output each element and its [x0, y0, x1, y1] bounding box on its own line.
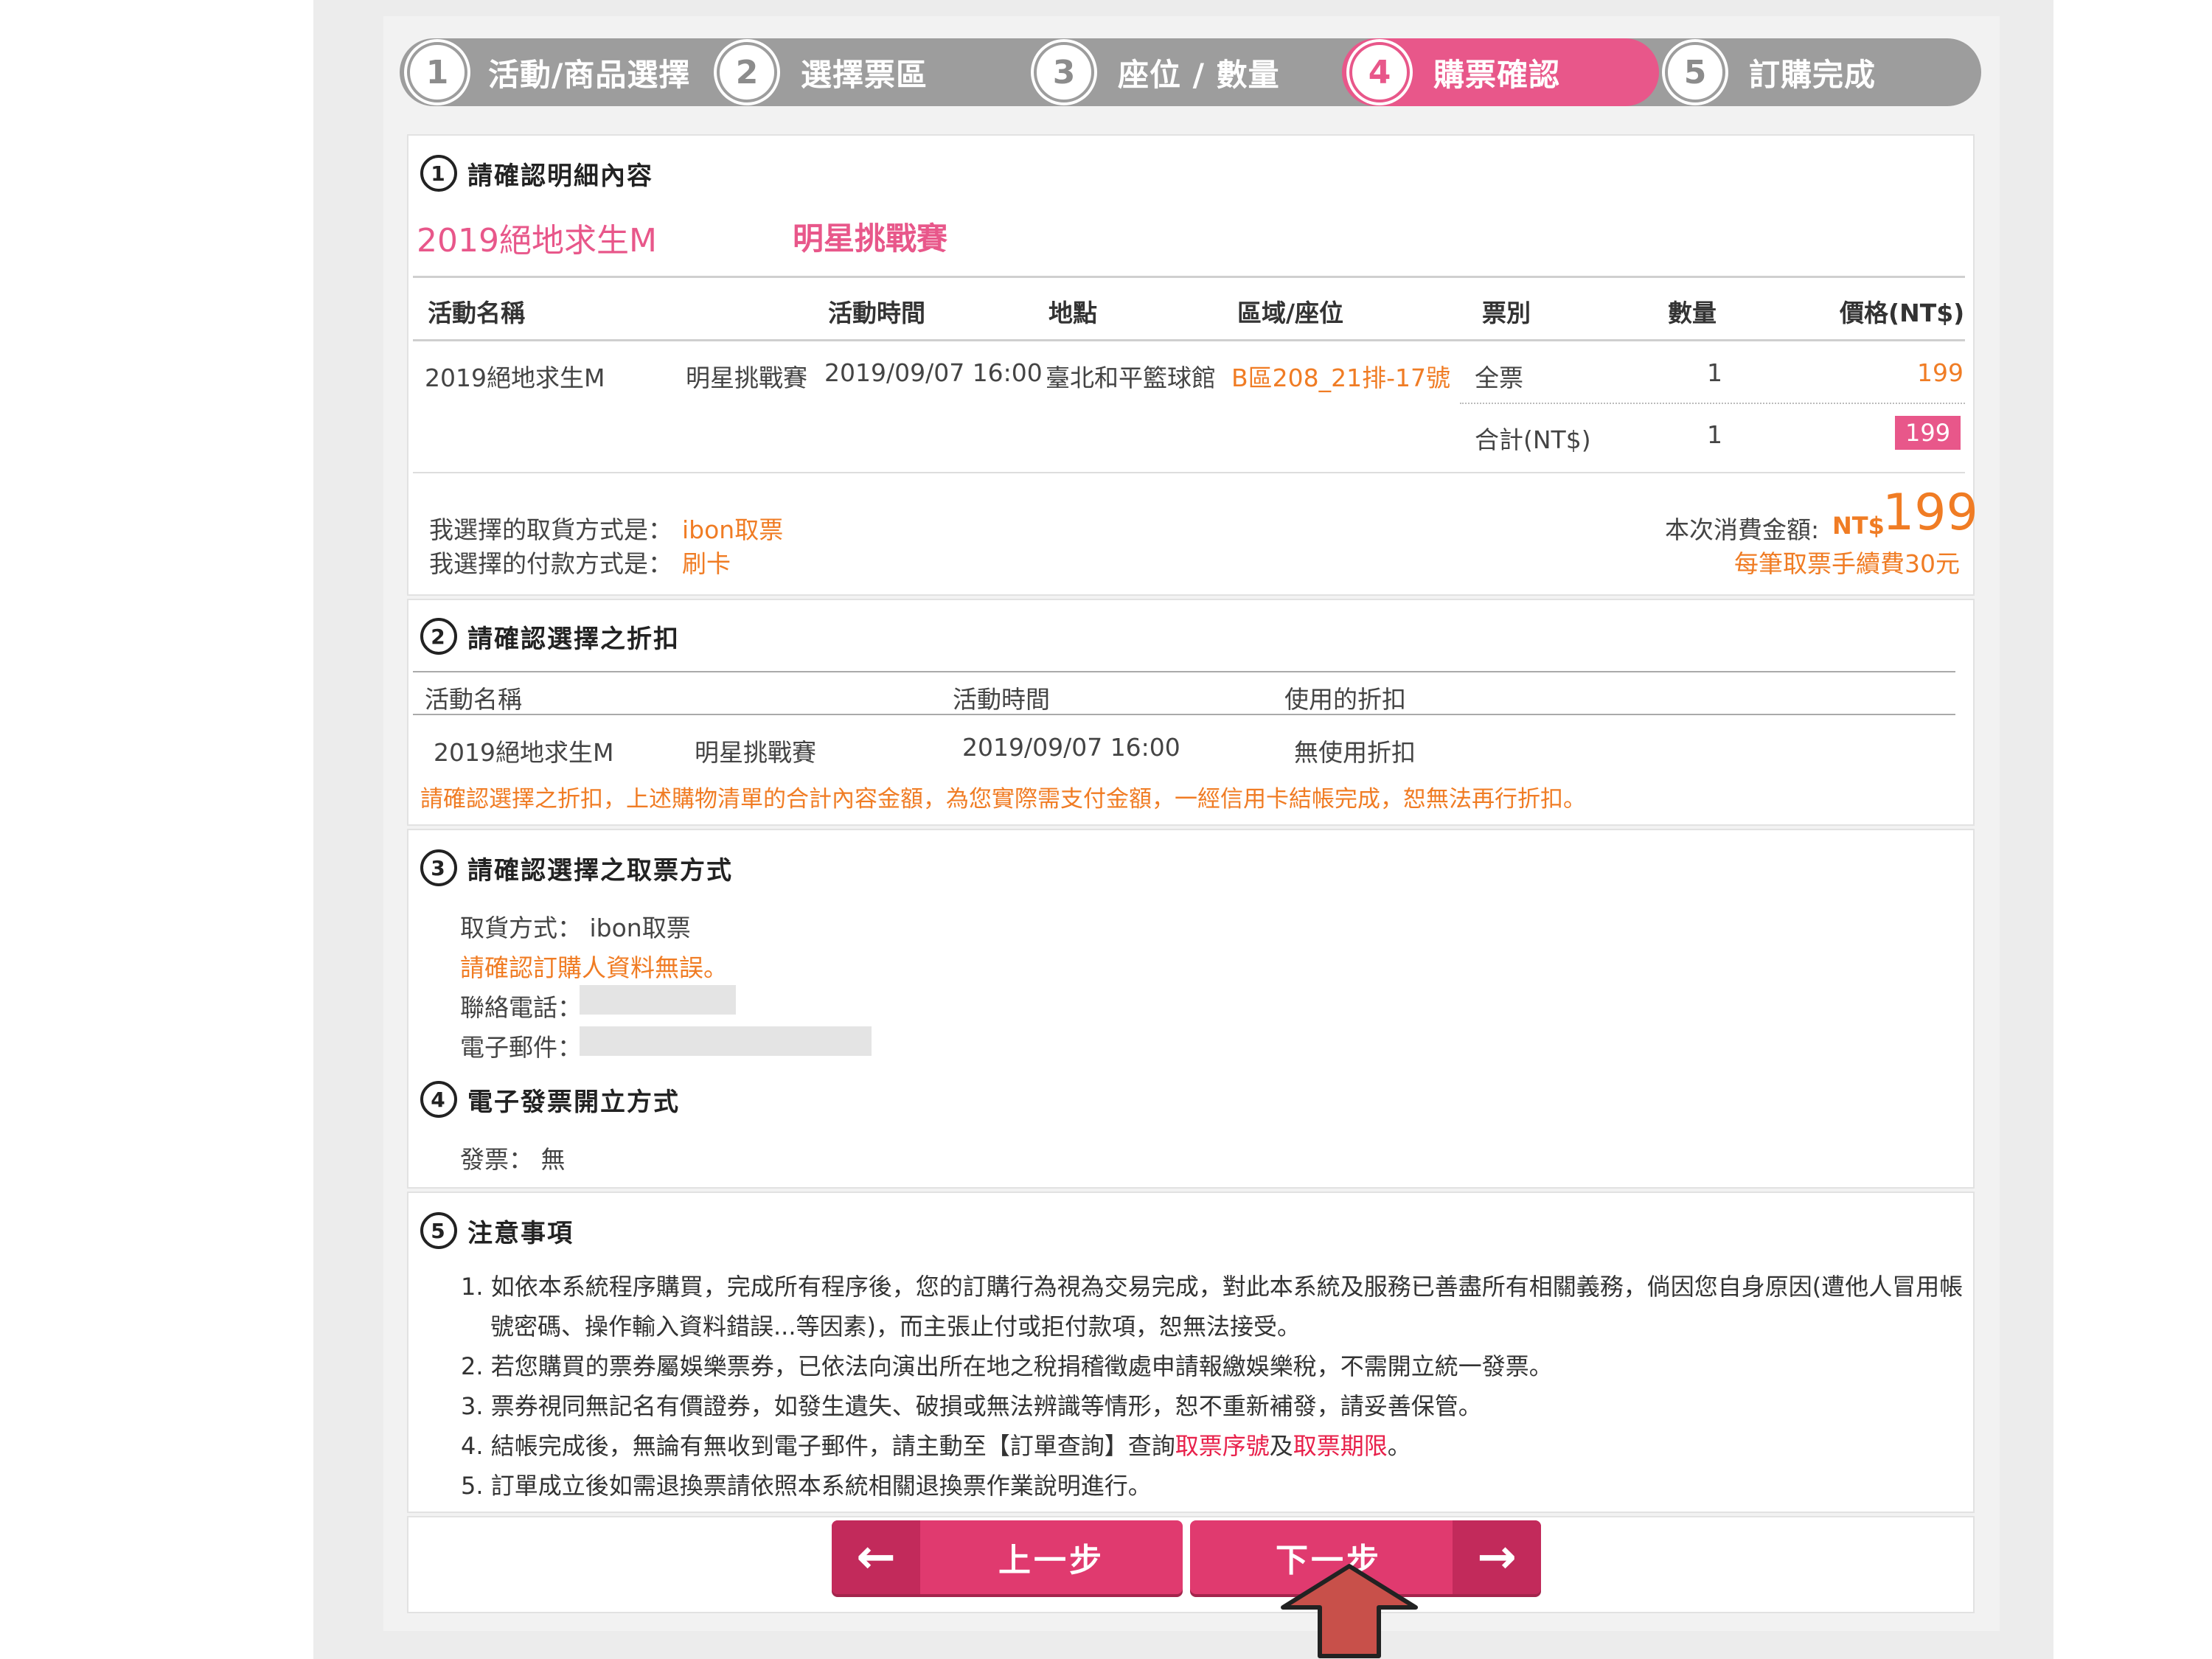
- table-header-border: [413, 339, 1965, 341]
- note-4-deadline-highlight: 取票期限: [1293, 1432, 1388, 1460]
- fee-note: 每筆取票手續費30元: [1734, 549, 1960, 578]
- discount-row-name-2: 明星挑戰賽: [695, 738, 816, 767]
- discount-header-name: 活動名稱: [425, 685, 522, 714]
- total-label: 合計(NT$): [1475, 425, 1591, 454]
- invoice-value: 發票： 無: [460, 1145, 566, 1174]
- header-quantity: 數量: [1668, 299, 1717, 327]
- step-4-label: 購票確認: [1433, 56, 1561, 93]
- step-1-label: 活動/商品選擇: [488, 56, 691, 93]
- header-place: 地點: [1048, 299, 1097, 327]
- total-price-badge: 199: [1895, 416, 1961, 450]
- amount-label: 本次消費金額:: [1665, 515, 1820, 544]
- step-2-label: 選擇票區: [801, 56, 928, 93]
- note-3: 3. 票券視同無記名有價證券，如發生遺失、破損或無法辨識等情形，恕不重新補發，請…: [461, 1392, 1482, 1420]
- header-event-time: 活動時間: [828, 299, 925, 327]
- note-1: 1. 如依本系統程序購買，完成所有程序後，您的訂購行為視為交易完成，對此本系統及…: [461, 1273, 1964, 1340]
- payment-method-value: 刷卡: [682, 549, 731, 578]
- note-4-text: 4. 結帳完成後，無論有無收到電子郵件，請主動至【訂單查詢】查詢: [461, 1432, 1175, 1460]
- section-1-title-text: 請確認明細內容: [467, 161, 653, 191]
- event-subtitle: 明星挑戰賽: [793, 220, 948, 257]
- amount-currency: NT$: [1832, 512, 1885, 540]
- step-1: 1 活動/商品選擇: [400, 38, 709, 106]
- discount-row-value: 無使用折扣: [1294, 738, 1416, 767]
- amount-value: 199: [1882, 484, 1978, 542]
- prev-step-label: 上一步: [998, 1542, 1105, 1579]
- email-label: 電子郵件：: [460, 1033, 582, 1062]
- step-2-number: 2: [717, 42, 777, 102]
- notes-list: 1. 如依本系統程序購買，完成所有程序後，您的訂購行為視為交易完成，對此本系統及…: [461, 1267, 1972, 1506]
- step-2: 2 選擇票區: [709, 38, 1026, 106]
- section-3-title: 3 請確認選擇之取票方式: [420, 849, 733, 886]
- step-progress-bar: 1 活動/商品選擇 2 選擇票區 3 座位 / 數量 4 購票確認 5 訂購完成: [400, 38, 1981, 106]
- step-4-number: 4: [1349, 42, 1410, 102]
- section-2-title: 2 請確認選擇之折扣: [420, 618, 680, 655]
- row-ticket-type: 全票: [1475, 364, 1523, 392]
- event-title: 2019絕地求生M: [417, 222, 657, 260]
- step-3-number: 3: [1034, 42, 1094, 102]
- row-event-name-2: 明星挑戰賽: [686, 364, 807, 392]
- step-3: 3 座位 / 數量: [1026, 38, 1343, 106]
- note-4-and: 及: [1269, 1432, 1293, 1460]
- arrow-right-icon: →: [1453, 1520, 1541, 1594]
- step-4-active: 4 購票確認: [1342, 38, 1659, 106]
- discount-warning: 請確認選擇之折扣，上述購物清單的合計內容金額，為您實際需支付金額，一經信用卡結帳…: [420, 786, 1586, 813]
- section-3-title-text: 請確認選擇之取票方式: [467, 855, 733, 886]
- section-5-title: 5 注意事項: [420, 1212, 574, 1249]
- header-ticket-type: 票別: [1482, 299, 1531, 327]
- step-3-label: 座位 / 數量: [1118, 56, 1280, 93]
- discount-row-time: 2019/09/07 16:00: [962, 733, 1180, 762]
- phone-label: 聯絡電話：: [460, 993, 582, 1022]
- header-price: 價格(NT$): [1840, 299, 1965, 327]
- payment-method-label: 我選擇的付款方式是：: [429, 549, 672, 578]
- buyer-confirm-note: 請確認訂購人資料無誤。: [460, 953, 728, 982]
- arrow-left-icon: ←: [832, 1520, 920, 1594]
- discount-header-time: 活動時間: [953, 685, 1050, 714]
- row-place: 臺北和平籃球館: [1046, 364, 1216, 392]
- row-quantity: 1: [1707, 358, 1722, 387]
- section-2-title-text: 請確認選擇之折扣: [467, 624, 680, 654]
- table-top-border: [413, 276, 1965, 278]
- header-seat: 區域/座位: [1237, 299, 1344, 327]
- prev-step-button[interactable]: ← 上一步: [832, 1520, 1183, 1594]
- step-1-number: 1: [407, 42, 467, 102]
- note-4: 4. 結帳完成後，無論有無收到電子郵件，請主動至【訂單查詢】查詢取票序號及取票期…: [461, 1426, 1972, 1466]
- row-seat: B區208_21排-17號: [1231, 364, 1451, 392]
- discount-table-top: [413, 671, 1955, 672]
- step-5: 5 訂購完成: [1658, 38, 1975, 106]
- pointer-arrow-icon: [1281, 1564, 1418, 1658]
- step-5-number: 5: [1665, 42, 1725, 102]
- section-5-title-text: 注意事項: [467, 1218, 574, 1248]
- note-5: 5. 訂單成立後如需退換票請依照本系統相關退換票作業說明進行。: [461, 1472, 1152, 1500]
- total-separator: [1460, 403, 1965, 404]
- note-2: 2. 若您購買的票券屬娛樂票券，已依法向演出所在地之稅捐稽徵處申請報繳娛樂稅，不…: [461, 1352, 1553, 1380]
- pickup-method-label: 我選擇的取貨方式是：: [429, 515, 672, 544]
- total-quantity: 1: [1707, 420, 1722, 449]
- pickup-method-value: ibon取票: [682, 515, 784, 544]
- section-2-number-icon: 2: [420, 618, 457, 655]
- discount-header-discount: 使用的折扣: [1284, 685, 1406, 714]
- section-4-title-text: 電子發票開立方式: [467, 1087, 680, 1117]
- section-4-number-icon: 4: [420, 1081, 457, 1118]
- email-redacted: [580, 1026, 872, 1056]
- header-event-name: 活動名稱: [428, 299, 525, 327]
- phone-redacted: [580, 985, 736, 1015]
- section-5-number-icon: 5: [420, 1212, 457, 1249]
- row-event-time: 2019/09/07 16:00: [824, 358, 1043, 387]
- section-4-title: 4 電子發票開立方式: [420, 1081, 680, 1118]
- row-price: 199: [1917, 358, 1964, 387]
- note-4-end: 。: [1387, 1432, 1411, 1460]
- section-1-number-icon: 1: [420, 155, 457, 192]
- note-4-serial-highlight: 取票序號: [1175, 1432, 1270, 1460]
- discount-table-header-border: [413, 714, 1955, 715]
- table-bottom-border: [413, 472, 1965, 473]
- pickup-method: 取貨方式： ibon取票: [460, 914, 691, 942]
- step-5-label: 訂購完成: [1749, 56, 1877, 93]
- row-event-name: 2019絕地求生M: [425, 364, 605, 392]
- section-1-title: 1 請確認明細內容: [420, 155, 653, 192]
- discount-row-name: 2019絕地求生M: [434, 738, 614, 767]
- section-3-number-icon: 3: [420, 849, 457, 886]
